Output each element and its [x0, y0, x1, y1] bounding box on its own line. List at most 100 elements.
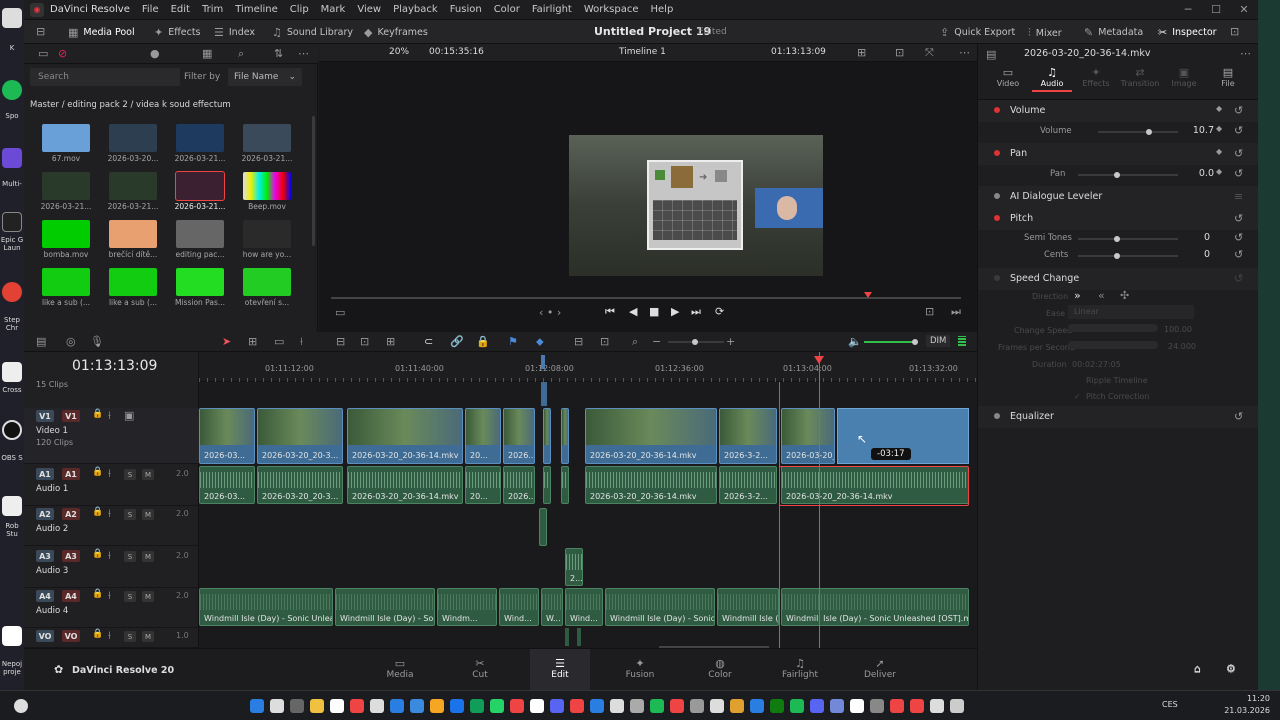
video-clip[interactable]: 2026... — [503, 408, 535, 464]
pan-slider[interactable] — [1078, 172, 1178, 178]
bin-icon[interactable]: ⊘ — [58, 47, 67, 60]
lock-icon[interactable]: 🔒 — [92, 467, 103, 477]
crop-icon[interactable]: ⤧ — [925, 46, 934, 60]
menu-fairlight[interactable]: Fairlight — [532, 4, 572, 15]
track-id-badge[interactable]: VO — [62, 630, 80, 642]
panel-toggle-icon[interactable]: ⊟ — [36, 25, 45, 38]
audio2-clip[interactable] — [539, 508, 547, 546]
home-icon[interactable]: ⌂ — [1194, 662, 1201, 675]
keyframe-icon[interactable]: ◆ — [1216, 104, 1222, 113]
dim-button[interactable]: DIM — [926, 335, 951, 347]
menu-color[interactable]: Color — [494, 4, 520, 15]
music-clip[interactable]: Windmill Isle (Day) - Sonic ... — [605, 588, 715, 626]
volume-value[interactable]: 10.7 — [1182, 125, 1214, 136]
audio-clip[interactable]: 2026-03... — [199, 466, 255, 504]
taskbar-app-icon[interactable] — [490, 699, 504, 713]
track-target-badge[interactable]: V1 — [36, 410, 54, 422]
zoom-level[interactable]: 20% — [389, 47, 409, 57]
taskbar-app-icon[interactable] — [750, 699, 764, 713]
taskbar-app-icon[interactable] — [330, 699, 344, 713]
viewer-options-icon[interactable]: ▭ — [335, 306, 345, 319]
slider-knob[interactable] — [1114, 236, 1120, 242]
viewer-mode-icon[interactable]: ⊞ — [857, 46, 866, 59]
mute-button[interactable]: M — [142, 591, 154, 602]
pan-value[interactable]: 0.0 — [1182, 168, 1214, 179]
track-target-badge[interactable]: A3 — [36, 550, 54, 562]
slider-knob[interactable] — [1114, 253, 1120, 259]
spotify-icon[interactable] — [2, 80, 22, 100]
panel-expand-icon[interactable]: ⊡ — [1230, 25, 1239, 38]
audio-clip[interactable] — [561, 466, 569, 504]
page-tab-fairlight[interactable]: ♫ Fairlight — [770, 649, 830, 690]
keyframe-icon[interactable]: ◆ — [1216, 124, 1222, 133]
maximize-icon[interactable]: ☐ — [1202, 3, 1230, 16]
audio-meter-icon[interactable]: ◎ — [66, 335, 76, 348]
zoom-slider[interactable] — [668, 339, 724, 345]
taskbar-app-icon[interactable] — [310, 699, 324, 713]
checkbox-icon[interactable]: ✓ — [1074, 392, 1081, 401]
taskbar-app-icon[interactable] — [550, 699, 564, 713]
track-target-badge[interactable]: A2 — [36, 508, 54, 520]
auto-select-icon[interactable]: ⟊ — [108, 409, 111, 423]
track-id-badge[interactable]: V1 — [62, 410, 80, 422]
timeline-ruler[interactable]: 01:11:12:00 01:11:40:00 01:12:08:00 01:12:3… — [199, 352, 977, 382]
menu-help[interactable]: Help — [651, 4, 674, 15]
reset-icon[interactable]: ↺ — [1234, 212, 1243, 225]
page-tab-fusion[interactable]: ✦ Fusion — [610, 649, 670, 690]
mute-button[interactable]: M — [142, 551, 154, 562]
video-clip[interactable] — [561, 408, 569, 464]
taskbar-app-icon[interactable] — [510, 699, 524, 713]
reset-icon[interactable]: ↺ — [1234, 147, 1243, 160]
taskbar-app-icon[interactable] — [610, 699, 624, 713]
stop-icon[interactable]: ■ — [649, 305, 659, 318]
lock-icon[interactable]: 🔒 — [92, 409, 103, 419]
overwrite-clip-icon[interactable]: ⊡ — [360, 335, 369, 348]
sidebar-toggle-icon[interactable]: ▭ — [38, 47, 48, 60]
mute-button[interactable]: M — [142, 509, 154, 520]
selected-audio-clip[interactable] — [779, 466, 969, 506]
equalizer-section-header[interactable]: Equalizer ↺ — [978, 406, 1258, 428]
media-thumbnail[interactable] — [243, 172, 291, 200]
media-thumbnail[interactable] — [176, 220, 224, 248]
cents-value[interactable]: 0 — [1182, 249, 1210, 260]
taskbar-app-icon[interactable] — [450, 699, 464, 713]
timeline-name-select[interactable]: Timeline 1 — [619, 47, 666, 57]
file-icon[interactable] — [2, 626, 22, 646]
media-thumbnail[interactable] — [109, 220, 157, 248]
taskbar-app-icon[interactable] — [870, 699, 884, 713]
pitch-correction-option[interactable]: Pitch Correction — [1086, 392, 1149, 401]
mute-button[interactable]: M — [142, 631, 154, 642]
slider-knob[interactable] — [912, 339, 918, 345]
media-thumbnail[interactable] — [109, 124, 157, 152]
video-clip[interactable]: 2026-03-20_20-36-14.mkv — [347, 408, 463, 464]
track-id-badge[interactable]: A2 — [62, 508, 80, 520]
roblox-studio-icon[interactable] — [2, 496, 22, 516]
zoom-in-icon[interactable]: + — [726, 335, 735, 348]
weather-icon[interactable] — [14, 699, 28, 713]
duration-value[interactable]: 00:02:27:05 — [1072, 360, 1121, 369]
metadata-button[interactable]: ✎ Metadata — [1084, 26, 1143, 39]
media-thumbnail[interactable] — [243, 124, 291, 152]
taskbar-app-icon[interactable] — [350, 699, 364, 713]
vo-clip[interactable] — [577, 628, 581, 646]
media-thumbnail[interactable] — [243, 220, 291, 248]
blade-tool-icon[interactable]: ⟊ — [300, 335, 303, 349]
media-thumbnail[interactable] — [176, 268, 224, 296]
media-thumbnail[interactable] — [243, 268, 291, 296]
inspector-tab-file[interactable]: ▤ File — [1208, 66, 1248, 88]
inspector-more-icon[interactable]: ⋯ — [1240, 47, 1251, 60]
solo-button[interactable]: S — [124, 551, 136, 562]
transform-icon[interactable]: ⊡ — [895, 46, 904, 59]
enable-dot-icon[interactable] — [994, 413, 1000, 419]
taskbar-app-icon[interactable] — [570, 699, 584, 713]
track-header-a2[interactable]: A2 A2 🔒 ⟊ S M 2.0 Audio 2 — [24, 506, 199, 546]
speaker-icon[interactable]: 🔈 — [848, 335, 862, 348]
inspector-tab-transition[interactable]: ⇄ Transition — [1120, 66, 1160, 88]
zoom-out-icon[interactable]: − — [652, 335, 661, 348]
music-clip[interactable]: Windmill Isle (... — [717, 588, 779, 626]
music-clip[interactable]: Windmill Isle (Day) - Sonic Unleashe... — [199, 588, 333, 626]
menu-playback[interactable]: Playback — [393, 4, 438, 15]
link-icon[interactable]: 🔗 — [450, 335, 464, 348]
track-id-badge[interactable]: A1 — [62, 468, 80, 480]
reset-icon[interactable]: ↺ — [1234, 231, 1243, 244]
